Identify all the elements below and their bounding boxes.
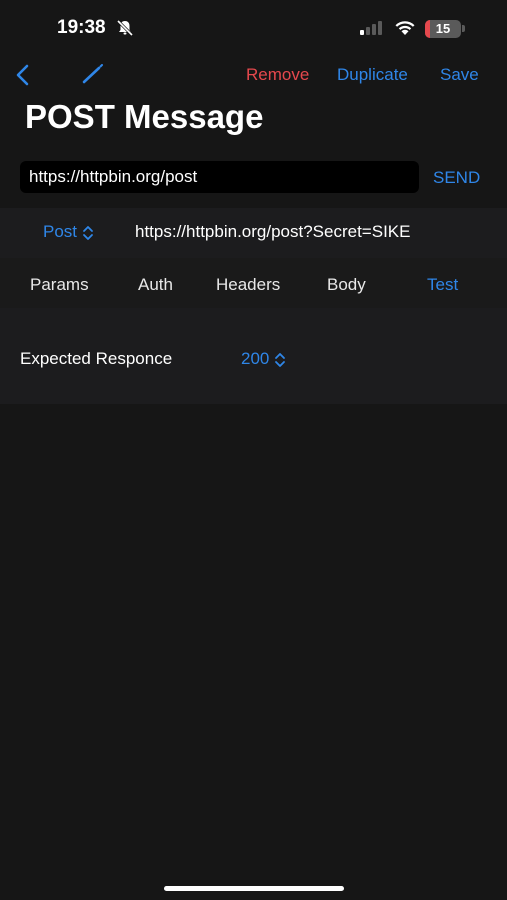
full-url: https://httpbin.org/post?Secret=SIKE: [135, 222, 411, 241]
tab-headers[interactable]: Headers: [216, 275, 280, 295]
status-bar: 19:38 15: [0, 0, 507, 58]
method-select[interactable]: Post: [43, 222, 94, 242]
chevron-up-down-icon: [275, 352, 286, 367]
chevron-up-down-icon: [83, 225, 93, 240]
method-value: Post: [43, 222, 78, 241]
method-row: Post https://httpbin.org/post?Secret=SIK…: [0, 208, 507, 258]
duplicate-button[interactable]: Duplicate: [337, 65, 408, 85]
pencil-icon[interactable]: [82, 64, 104, 89]
tab-auth[interactable]: Auth: [138, 275, 173, 295]
battery-level: 15: [435, 21, 451, 36]
remove-button[interactable]: Remove: [246, 65, 309, 85]
expected-response-select[interactable]: 200: [241, 349, 286, 369]
save-button[interactable]: Save: [440, 65, 479, 85]
home-indicator[interactable]: [164, 886, 344, 891]
page-title: POST Message: [25, 98, 264, 135]
battery-cap: [462, 25, 465, 32]
expected-response-value: 200: [241, 349, 270, 368]
status-time: 19:38: [57, 17, 106, 38]
url-input[interactable]: https://httpbin.org/post: [20, 161, 419, 193]
test-panel: Expected Responce 200: [0, 308, 507, 404]
tab-test[interactable]: Test: [427, 275, 458, 295]
bell-slash-icon: [116, 19, 134, 42]
battery-icon: 15: [425, 20, 461, 38]
tab-body[interactable]: Body: [327, 275, 366, 295]
signal-icon: [360, 21, 384, 40]
wifi-icon: [394, 19, 416, 41]
tabs-row: Params Auth Headers Body Test: [0, 258, 507, 308]
chevron-left-icon[interactable]: [15, 64, 31, 91]
nav-bar: Remove Duplicate Save: [0, 58, 507, 92]
expected-response-label: Expected Responce: [20, 349, 173, 368]
send-button[interactable]: SEND: [433, 168, 480, 188]
tab-params[interactable]: Params: [30, 275, 89, 295]
